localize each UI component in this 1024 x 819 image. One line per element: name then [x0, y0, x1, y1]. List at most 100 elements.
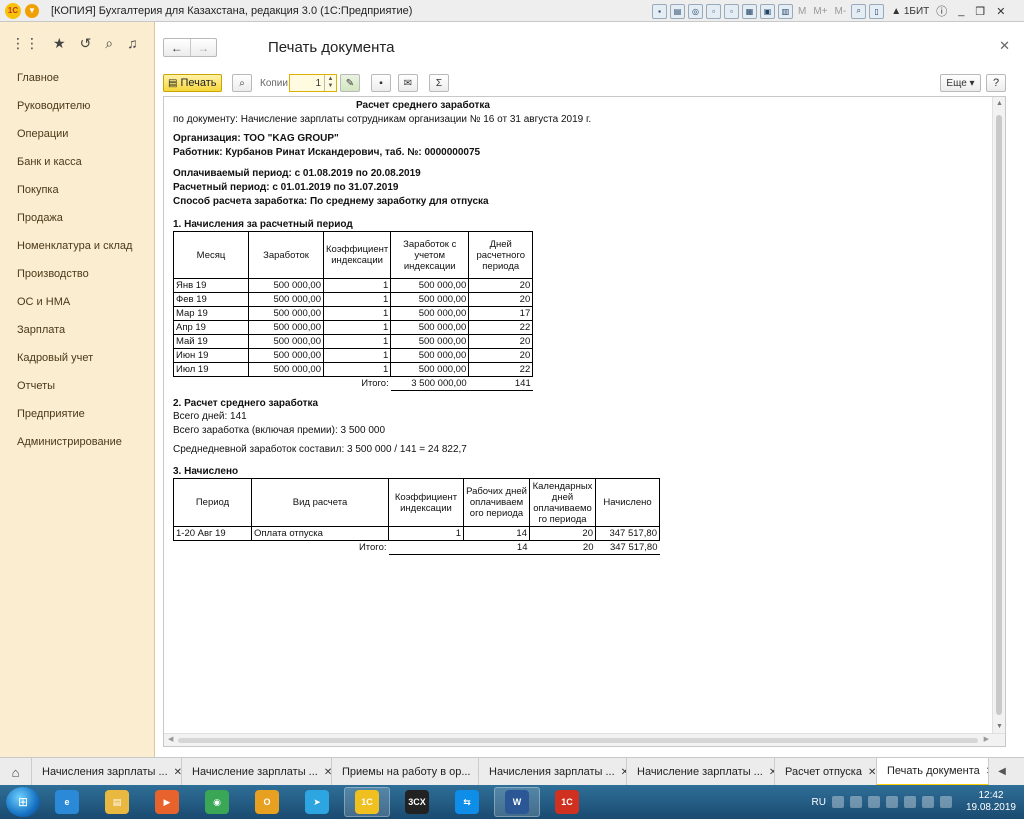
hscroll-thumb[interactable]	[178, 738, 978, 743]
more-button[interactable]: Еще ▾	[940, 74, 981, 92]
preview-button[interactable]: ⌕	[232, 74, 252, 92]
bell-icon[interactable]: ♫	[127, 35, 138, 51]
taskbar-app[interactable]: W	[494, 787, 540, 817]
tray-app-icon[interactable]	[867, 796, 880, 808]
nav-manager[interactable]: Руководителю	[0, 92, 154, 120]
taskbar-app[interactable]: e	[44, 787, 90, 817]
nav-hr[interactable]: Кадровый учет	[0, 344, 154, 372]
tab-window-active[interactable]: Печать документа✕	[877, 758, 989, 786]
tab-window[interactable]: Приемы на работу в ор...✕	[332, 758, 479, 786]
nav-assets[interactable]: ОС и НМА	[0, 288, 154, 316]
attach-icon[interactable]: ▫	[706, 3, 721, 19]
restore-button[interactable]: ❐	[971, 5, 989, 18]
close-tab-icon[interactable]: ✕	[980, 766, 988, 777]
network-icon[interactable]	[831, 796, 844, 808]
doc-calc-period: Расчетный период: с 01.01.2019 по 31.07.…	[173, 182, 399, 193]
save-icon[interactable]: ▪	[652, 3, 667, 19]
calculator-icon[interactable]: ▦	[742, 3, 757, 19]
taskbar-app[interactable]: 1С	[544, 787, 590, 817]
main-menu-icon[interactable]: ▼	[25, 3, 39, 18]
nav-main[interactable]: Главное	[0, 64, 154, 92]
sum-button[interactable]: Σ	[429, 74, 449, 92]
cell: 1	[322, 306, 392, 321]
send-icon[interactable]: ▫	[724, 3, 739, 19]
edit-button[interactable]: ✎	[340, 74, 360, 92]
close-tab-icon[interactable]: ✕	[615, 767, 626, 778]
close-tab-icon[interactable]: ✕	[862, 767, 876, 778]
scroll-up-icon[interactable]: ▲	[996, 100, 1003, 107]
zoom-icon[interactable]: ⌕	[851, 3, 867, 19]
taskbar-app[interactable]: ◉	[194, 787, 240, 817]
taskbar-app[interactable]: ▤	[94, 787, 140, 817]
scroll-left-icon[interactable]: ◀	[168, 735, 173, 743]
nav-operations[interactable]: Операции	[0, 120, 154, 148]
home-icon[interactable]: ⌂	[0, 758, 32, 786]
volume-icon[interactable]	[939, 796, 952, 808]
nav-bank[interactable]: Банк и касса	[0, 148, 154, 176]
info-icon[interactable]: ⓘ	[932, 3, 951, 19]
flag-icon[interactable]	[903, 796, 916, 808]
tab-window[interactable]: Расчет отпуска ✕	[775, 758, 877, 786]
close-tab-icon[interactable]: ✕	[763, 767, 774, 778]
search-icon[interactable]: ⌕	[105, 35, 113, 52]
minimize-button[interactable]: _	[954, 5, 968, 17]
copies-stepper[interactable]: ▲ ▼	[324, 75, 336, 91]
tabs-scroll-icon[interactable]: ◀	[989, 758, 1015, 785]
calendar-icon[interactable]: ▣	[760, 3, 775, 19]
taskbar-app[interactable]: O	[244, 787, 290, 817]
memory-button[interactable]: M	[796, 6, 808, 17]
memory-minus-button[interactable]: M-	[833, 6, 849, 17]
tab-window[interactable]: Начисление зарплаты ...✕	[182, 758, 332, 786]
taskbar-app[interactable]: ▶	[144, 787, 190, 817]
1c-logo-icon[interactable]: 1С	[5, 2, 21, 19]
favorites-icon[interactable]: ★	[53, 35, 66, 52]
print-icon[interactable]: ▤	[670, 3, 685, 19]
panel-icon[interactable]: ▯	[869, 3, 885, 19]
email-button[interactable]: ✉	[398, 74, 418, 92]
menu-grid-icon[interactable]: ⋮⋮	[11, 35, 39, 52]
nav-purchases[interactable]: Покупка	[0, 176, 154, 204]
close-tab-icon[interactable]: ✕	[168, 767, 181, 778]
taskbar-app[interactable]: 3CX	[394, 787, 440, 817]
nav-sales[interactable]: Продажа	[0, 204, 154, 232]
taskbar-app[interactable]: ⇆	[444, 787, 490, 817]
start-button[interactable]: ⊞	[6, 787, 40, 817]
close-window-button[interactable]: ✕	[992, 5, 1009, 18]
close-form-icon[interactable]: ✕	[999, 38, 1010, 54]
taskbar-app[interactable]: 1С	[344, 787, 390, 817]
tab-window[interactable]: Начисления зарплаты ...✕	[32, 758, 182, 786]
tab-window[interactable]: Начисление зарплаты ...✕	[627, 758, 775, 786]
spreadsheet-document[interactable]: Расчет среднего заработка по документу: …	[163, 96, 1006, 747]
print-button[interactable]: ▤ Печать	[163, 74, 222, 92]
horizontal-scrollbar[interactable]: ◀ ▶	[164, 733, 1005, 746]
forward-button[interactable]: →	[189, 39, 217, 56]
history-icon[interactable]: ↺	[80, 35, 92, 52]
clipboard-icon[interactable]: ▥	[778, 3, 793, 19]
antivirus-icon[interactable]	[849, 796, 862, 808]
tab-window[interactable]: Начисления зарплаты ...✕	[479, 758, 627, 786]
nav-admin[interactable]: Администрирование	[0, 428, 154, 456]
scroll-thumb[interactable]	[996, 115, 1002, 715]
save-file-button[interactable]: ▪	[371, 74, 391, 92]
back-button[interactable]: ←	[164, 39, 190, 56]
scroll-right-icon[interactable]: ▶	[984, 735, 989, 743]
close-tab-icon[interactable]: ✕	[471, 767, 479, 778]
display-icon[interactable]	[921, 796, 934, 808]
nav-salary[interactable]: Зарплата	[0, 316, 154, 344]
copies-input[interactable]: 1 ▲ ▼	[289, 74, 337, 92]
nav-reports[interactable]: Отчеты	[0, 372, 154, 400]
nav-enterprise[interactable]: Предприятие	[0, 400, 154, 428]
nav-inventory[interactable]: Номенклатура и склад	[0, 232, 154, 260]
scroll-down-icon[interactable]: ▼	[996, 723, 1003, 730]
clock[interactable]: 12:42 19.08.2019	[966, 790, 1016, 814]
nav-production[interactable]: Производство	[0, 260, 154, 288]
preview-icon[interactable]: ◎	[688, 3, 703, 19]
language-indicator[interactable]: RU	[811, 797, 825, 808]
taskbar-app[interactable]: ➤	[294, 787, 340, 817]
close-tab-icon[interactable]: ✕	[318, 767, 331, 778]
tray-1c-icon[interactable]	[885, 796, 898, 808]
memory-plus-button[interactable]: M+	[811, 6, 829, 17]
vertical-scrollbar[interactable]: ▲ ▼	[992, 97, 1005, 733]
user-name[interactable]: ▲ 1БИТ	[891, 6, 929, 17]
help-button[interactable]: ?	[986, 74, 1006, 92]
